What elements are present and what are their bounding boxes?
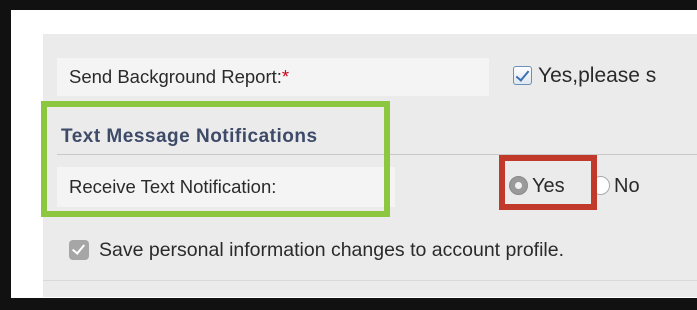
radio-option-no[interactable]: No [591, 174, 640, 198]
background-report-label-text: Send Background Report: [69, 66, 282, 87]
background-report-option-label: Yes,please s [538, 64, 657, 87]
required-marker: * [281, 66, 290, 87]
red-highlight-box [499, 155, 597, 210]
background-report-label: Send Background Report:* [57, 58, 489, 96]
green-highlight-box [41, 101, 390, 217]
save-profile-label: Save personal information changes to acc… [99, 239, 565, 261]
save-profile-option[interactable]: Save personal information changes to acc… [69, 238, 564, 262]
checkmark-icon [71, 241, 86, 255]
save-profile-checkbox[interactable] [69, 240, 89, 260]
background-report-option[interactable]: Yes,please s [513, 64, 656, 88]
radio-no-label: No [614, 175, 640, 197]
background-report-checkbox[interactable] [513, 66, 532, 85]
checkmark-icon [515, 67, 530, 82]
footer-divider [43, 280, 697, 281]
